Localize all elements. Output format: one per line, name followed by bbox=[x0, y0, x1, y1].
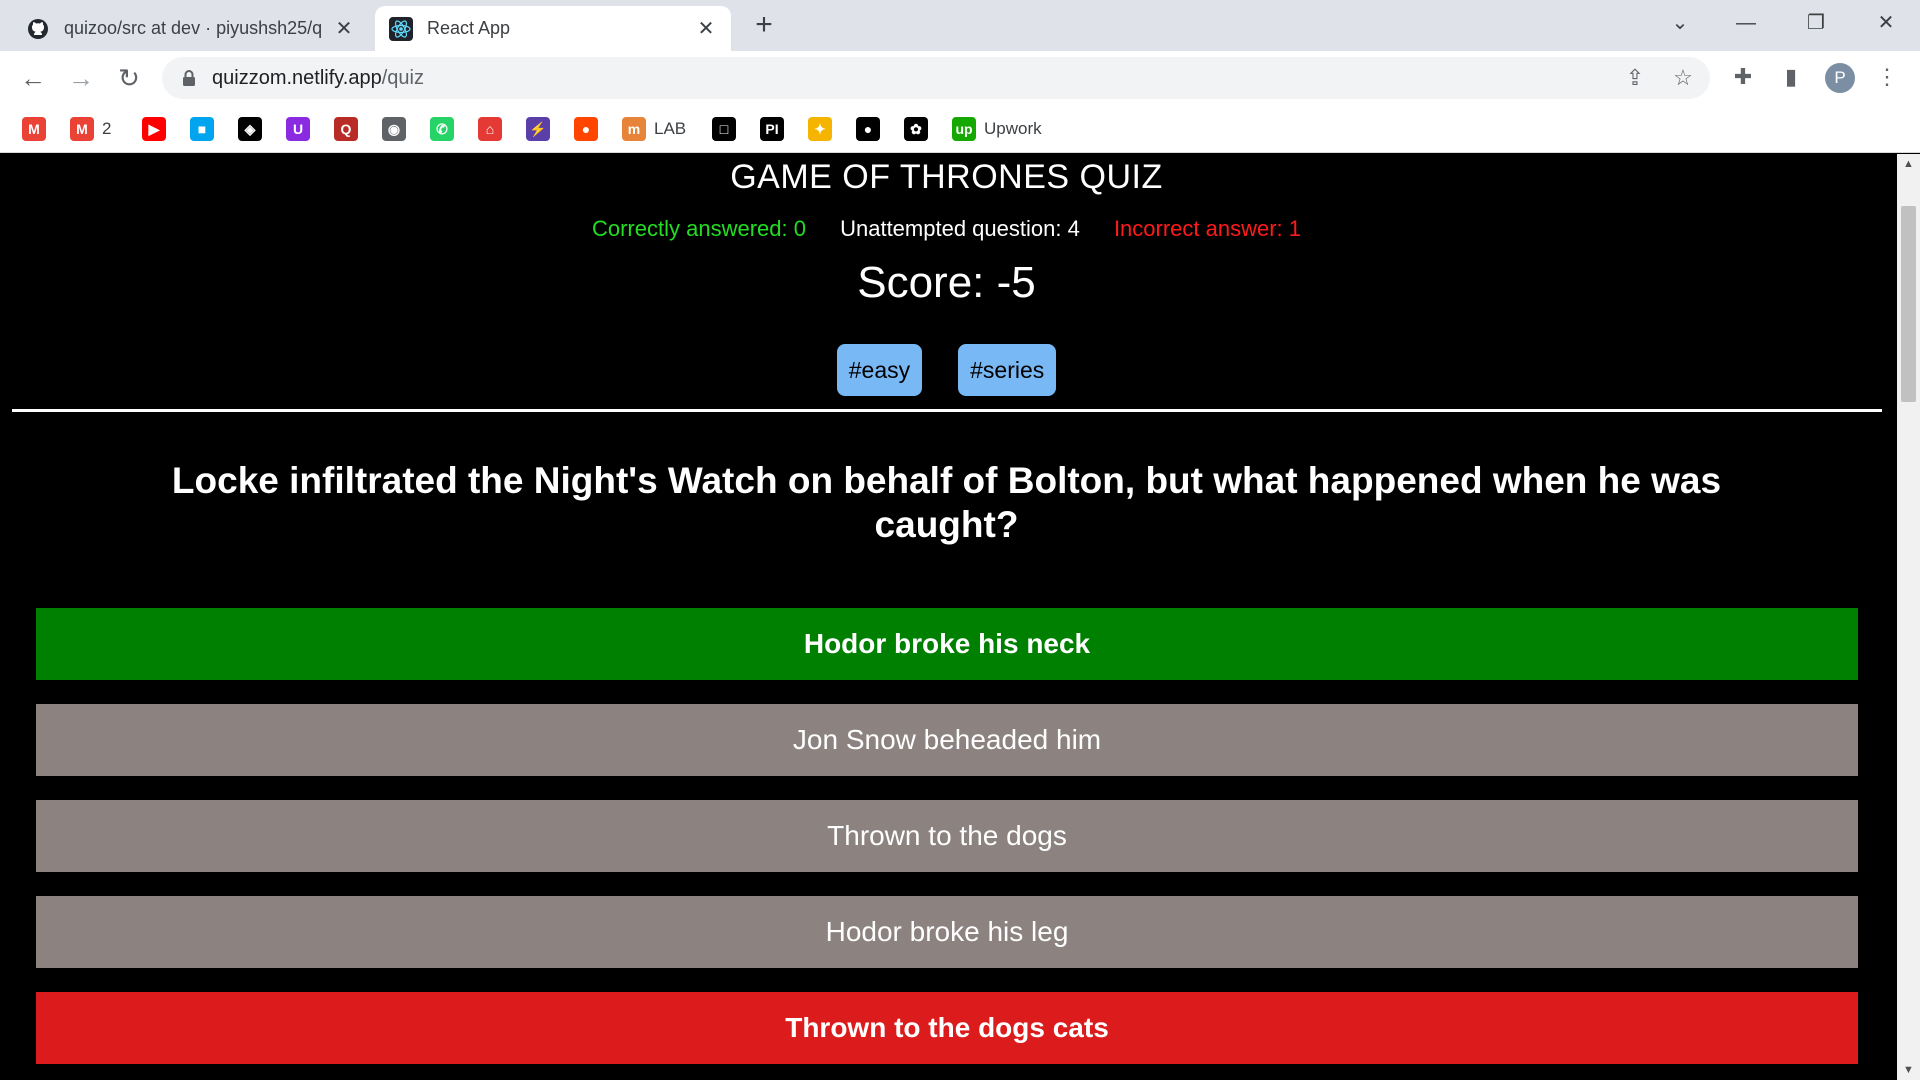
option[interactable]: Thrown to the dogs bbox=[36, 800, 1858, 872]
globe-icon: ◉ bbox=[382, 117, 406, 141]
bookmark-item[interactable]: m LAB bbox=[622, 117, 686, 141]
bookmark-item[interactable]: ✿ bbox=[904, 117, 928, 141]
bookmark-item[interactable]: □ bbox=[712, 117, 736, 141]
lock-icon bbox=[182, 69, 196, 87]
option[interactable]: Jon Snow beheaded him bbox=[36, 704, 1858, 776]
bookmark-purple-icon: U bbox=[286, 117, 310, 141]
lab-icon: m bbox=[622, 117, 646, 141]
back-icon[interactable]: ← bbox=[16, 61, 50, 95]
bolt-icon: ⚡ bbox=[526, 117, 550, 141]
correct-count: Correctly answered: 0 bbox=[591, 216, 806, 241]
browser-tab-strip: quizoo/src at dev · piyushsh25/q ✕ React… bbox=[0, 0, 1920, 51]
side-panel-icon[interactable]: ▮ bbox=[1776, 62, 1806, 92]
square-icon: □ bbox=[712, 117, 736, 141]
upwork-icon: up bbox=[952, 117, 976, 141]
scroll-down-icon[interactable]: ▼ bbox=[1897, 1060, 1920, 1080]
bookmark-item[interactable]: ◈ bbox=[238, 117, 262, 141]
gmail-icon: M bbox=[22, 117, 46, 141]
quora-icon: Q bbox=[334, 117, 358, 141]
address-bar[interactable]: quizzom.netlify.app/quiz ⇪ ☆ bbox=[162, 57, 1710, 99]
store-icon: ⌂ bbox=[478, 117, 502, 141]
runner-icon: ✦ bbox=[808, 117, 832, 141]
restore-icon[interactable]: ❐ bbox=[1792, 8, 1840, 38]
bookmarks-bar: M M 2 ▶ ■ ◈ U Q ◉ ✆ ⌂ ⚡ ● m LAB □ PI ✦ ● ✿ up Upwork bbox=[0, 105, 1920, 153]
option-wrong[interactable]: Thrown to the dogs cats bbox=[36, 992, 1858, 1064]
bookmark-item[interactable]: ✦ bbox=[808, 117, 832, 141]
share-icon[interactable]: ⇪ bbox=[1622, 65, 1648, 91]
minimize-icon[interactable]: — bbox=[1722, 8, 1770, 38]
bookmark-item[interactable]: PI bbox=[760, 117, 784, 141]
url-host: quizzom.netlify.app bbox=[212, 67, 382, 89]
bookmark-label: Upwork bbox=[984, 119, 1042, 138]
page-title: GAME OF THRONES QUIZ bbox=[730, 158, 1163, 196]
scrollbar-thumb[interactable] bbox=[1901, 206, 1916, 402]
whatsapp-icon: ✆ bbox=[430, 117, 454, 141]
bookmark-item[interactable]: ■ bbox=[190, 117, 214, 141]
bookmark-item[interactable]: ✆ bbox=[430, 117, 454, 141]
bookmark-item[interactable]: ⚡ bbox=[526, 117, 550, 141]
forward-icon[interactable]: → bbox=[64, 61, 98, 95]
bookmark-item[interactable]: ▶ bbox=[142, 117, 166, 141]
bookmark-item[interactable]: U bbox=[286, 117, 310, 141]
browser-toolbar: ← → ↻ quizzom.netlify.app/quiz ⇪ ☆ ✚ ▮ P… bbox=[0, 51, 1920, 105]
bookmark-item[interactable]: ● bbox=[856, 117, 880, 141]
bookmark-label: LAB bbox=[654, 119, 687, 138]
reddit-icon: ● bbox=[574, 117, 598, 141]
github-icon bbox=[26, 17, 50, 41]
bookmark-item[interactable]: ⌂ bbox=[478, 117, 502, 141]
github-icon: ● bbox=[856, 117, 880, 141]
tag-series[interactable]: #series bbox=[958, 344, 1057, 396]
url-path: /quiz bbox=[381, 67, 424, 89]
bookmark-star-icon[interactable]: ☆ bbox=[1670, 65, 1696, 91]
react-icon bbox=[389, 16, 413, 41]
bookmark-item[interactable]: M2 bbox=[70, 117, 111, 141]
extensions-icon[interactable]: ✚ bbox=[1728, 62, 1758, 92]
close-tab-icon[interactable]: ✕ bbox=[695, 18, 717, 40]
scroll-up-icon[interactable]: ▲ bbox=[1897, 154, 1920, 174]
bookmark-item[interactable]: ● bbox=[574, 117, 598, 141]
quiz-stats: Correctly answered: 0 Unattempted questi… bbox=[0, 216, 1893, 242]
tab-github[interactable]: quizoo/src at dev · piyushsh25/q ✕ bbox=[12, 6, 369, 51]
tab-search-icon[interactable]: ⌄ bbox=[1656, 8, 1704, 38]
bookmark-label: 2 bbox=[102, 119, 112, 138]
profile-avatar[interactable]: P bbox=[1825, 63, 1855, 93]
openai-icon: ✿ bbox=[904, 117, 928, 141]
url-text: quizzom.netlify.app/quiz bbox=[212, 67, 424, 90]
quiz-page: GAME OF THRONES QUIZ Correctly answered:… bbox=[0, 154, 1897, 1080]
answer-options: Hodor broke his neck Jon Snow beheaded h… bbox=[36, 608, 1858, 1080]
incorrect-count: Incorrect answer: 1 bbox=[1113, 216, 1302, 241]
tab-title: quizoo/src at dev · piyushsh25/q bbox=[64, 18, 323, 38]
option-correct[interactable]: Hodor broke his neck bbox=[36, 608, 1858, 680]
score: Score: -5 bbox=[857, 258, 1036, 307]
unattempted-count: Unattempted question: 4 bbox=[840, 216, 1080, 241]
question-text: Locke infiltrated the Night's Watch on b… bbox=[171, 460, 1722, 545]
tag-easy[interactable]: #easy bbox=[836, 344, 923, 396]
bookmark-item[interactable]: ◉ bbox=[382, 117, 406, 141]
new-tab-button[interactable]: + bbox=[748, 10, 780, 42]
tab-react-app[interactable]: React App ✕ bbox=[375, 6, 731, 51]
menu-icon[interactable]: ⋮ bbox=[1872, 62, 1902, 92]
reload-icon[interactable]: ↻ bbox=[112, 61, 146, 95]
youtube-icon: ▶ bbox=[142, 117, 166, 141]
microsoft-icon: ■ bbox=[190, 117, 214, 141]
page-scrollbar[interactable]: ▲ ▼ bbox=[1897, 154, 1920, 1080]
tab-title: React App bbox=[427, 18, 511, 38]
gmail-icon: M bbox=[70, 117, 94, 141]
close-window-icon[interactable]: ✕ bbox=[1862, 8, 1910, 38]
tag-list: #easy #series bbox=[0, 344, 1893, 396]
bookmark-item[interactable]: M bbox=[22, 117, 46, 141]
close-tab-icon[interactable]: ✕ bbox=[333, 18, 355, 40]
bookmark-item[interactable]: Q bbox=[334, 117, 358, 141]
codepen-icon: ◈ bbox=[238, 117, 262, 141]
bookmark-item[interactable]: up Upwork bbox=[952, 117, 1042, 141]
pycharm-icon: PI bbox=[760, 117, 784, 141]
divider bbox=[12, 409, 1882, 412]
option[interactable]: Hodor broke his leg bbox=[36, 896, 1858, 968]
